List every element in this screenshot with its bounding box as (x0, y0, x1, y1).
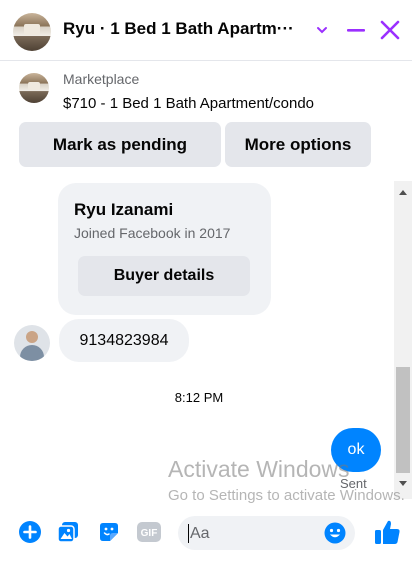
marketplace-label: Marketplace (63, 71, 140, 87)
photo-icon[interactable] (55, 519, 81, 545)
buyer-name: Ryu Izanami (74, 200, 174, 219)
close-icon[interactable] (376, 16, 404, 44)
message-input-box[interactable] (178, 516, 355, 552)
scroll-down-arrow-icon[interactable] (394, 477, 412, 491)
more-options-button[interactable]: More options (225, 122, 371, 167)
sticker-icon[interactable] (96, 519, 122, 545)
outgoing-message: ok (331, 428, 381, 472)
scroll-up-arrow-icon[interactable] (394, 185, 412, 199)
buyer-details-button[interactable]: Buyer details (78, 256, 250, 296)
buyer-joined: Joined Facebook in 2017 (74, 225, 231, 241)
chat-title[interactable]: Ryu · 1 Bed 1 Bath Apartm··· (63, 19, 294, 39)
chevron-down-icon[interactable] (308, 16, 336, 44)
listing-description[interactable]: $710 - 1 Bed 1 Bath Apartment/condo (63, 95, 314, 112)
scroll-thumb[interactable] (396, 367, 410, 473)
mark-as-pending-button[interactable]: Mark as pending (19, 122, 221, 167)
marketplace-listing: Marketplace $710 - 1 Bed 1 Bath Apartmen… (0, 61, 412, 182)
buyer-avatar[interactable] (14, 325, 50, 361)
chat-window: Ryu · 1 Bed 1 Bath Apartm··· Marketplace… (0, 0, 412, 563)
listing-thumbnail[interactable] (19, 73, 49, 103)
message-thread: Ryu Izanami Joined Facebook in 2017 Buye… (0, 181, 412, 499)
message-timestamp: 8:12 PM (174, 390, 224, 405)
emoji-icon[interactable] (323, 521, 347, 545)
message-composer: GIF (0, 507, 412, 557)
sent-status: Sent (340, 476, 367, 491)
gif-icon[interactable]: GIF (136, 519, 162, 545)
incoming-message: 9134823984 (59, 319, 189, 362)
message-input[interactable] (188, 516, 327, 552)
gif-label: GIF (141, 528, 158, 539)
thumbs-up-icon[interactable] (372, 517, 402, 547)
minimize-icon[interactable] (342, 16, 370, 44)
thread-scrollbar[interactable] (394, 181, 412, 499)
chat-header: Ryu · 1 Bed 1 Bath Apartm··· (0, 0, 412, 61)
buyer-card: Ryu Izanami Joined Facebook in 2017 Buye… (58, 183, 271, 315)
listing-avatar[interactable] (13, 13, 51, 51)
plus-icon[interactable] (17, 519, 43, 545)
